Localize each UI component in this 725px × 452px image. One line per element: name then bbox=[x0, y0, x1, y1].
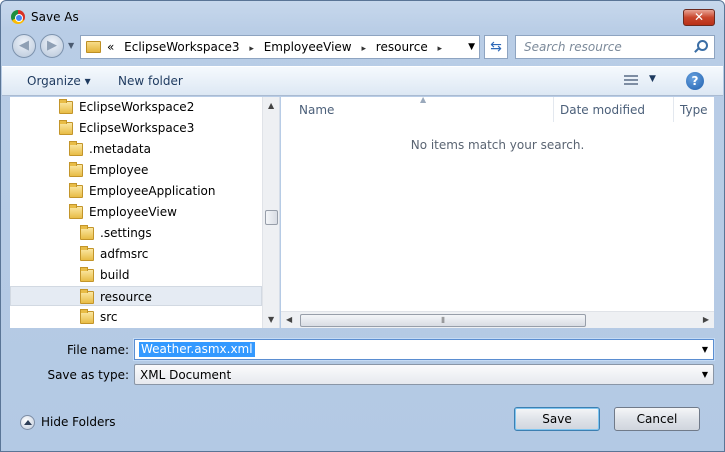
chrome-icon bbox=[11, 10, 25, 24]
tree-item[interactable]: EmployeeApplication bbox=[10, 181, 262, 201]
column-header-type[interactable]: Type bbox=[674, 97, 714, 122]
column-header-date-modified[interactable]: Date modified bbox=[554, 97, 674, 122]
tree-item-label: EclipseWorkspace3 bbox=[79, 121, 195, 135]
title-bar: Save As ✕ bbox=[1, 1, 724, 31]
chevron-up-icon bbox=[20, 415, 35, 430]
file-list: ▲ Name Date modified Type No items match… bbox=[281, 95, 714, 328]
tree-item-label: Employee bbox=[89, 163, 149, 177]
column-header-label: Type bbox=[680, 103, 708, 117]
tree-item-label: EmployeeView bbox=[89, 205, 177, 219]
scroll-left-icon[interactable]: ◀ bbox=[286, 315, 292, 324]
folder-icon bbox=[80, 267, 94, 282]
breadcrumb-item[interactable]: EmployeeView bbox=[264, 40, 352, 54]
tree-item-label: adfmsrc bbox=[100, 247, 149, 261]
folder-icon bbox=[69, 162, 83, 177]
organize-button[interactable]: Organize ▾ bbox=[27, 74, 91, 88]
scroll-down-icon[interactable]: ▼ bbox=[268, 315, 274, 324]
chevron-down-icon[interactable]: ▼ bbox=[649, 74, 656, 84]
scroll-up-icon[interactable]: ▲ bbox=[268, 101, 274, 110]
tree-item[interactable]: EclipseWorkspace2 bbox=[10, 97, 262, 117]
tree-item[interactable]: build bbox=[10, 265, 262, 285]
search-input[interactable]: Search resource bbox=[515, 35, 715, 59]
breadcrumb-overflow[interactable]: « bbox=[107, 40, 114, 54]
navigation-pane: EclipseWorkspace2 EclipseWorkspace3 .met… bbox=[10, 97, 280, 328]
tree-item-label: build bbox=[100, 268, 130, 282]
new-folder-button[interactable]: New folder bbox=[118, 74, 183, 88]
chevron-down-icon[interactable]: ▼ bbox=[468, 42, 475, 52]
tree-item-label: .metadata bbox=[89, 142, 151, 156]
command-toolbar: Organize ▾ New folder ▼ ? bbox=[2, 66, 723, 96]
chevron-down-icon[interactable]: ▼ bbox=[702, 345, 708, 354]
close-button[interactable]: ✕ bbox=[683, 9, 715, 26]
column-header-name[interactable]: Name bbox=[281, 97, 554, 122]
view-details-icon[interactable] bbox=[624, 75, 638, 87]
forward-button[interactable]: ▶ bbox=[40, 34, 64, 58]
tree-item[interactable]: .settings bbox=[10, 223, 262, 243]
save-button[interactable]: Save bbox=[514, 407, 600, 431]
breadcrumb-item[interactable]: resource bbox=[376, 40, 428, 54]
folder-icon bbox=[86, 41, 101, 53]
breadcrumb-item[interactable]: EclipseWorkspace3 bbox=[124, 40, 239, 54]
cancel-button[interactable]: Cancel bbox=[614, 407, 700, 431]
empty-message: No items match your search. bbox=[410, 138, 585, 152]
refresh-button[interactable]: ⇆ bbox=[484, 35, 508, 59]
hide-folders-label: Hide Folders bbox=[41, 415, 116, 429]
filename-value[interactable]: Weather.asmx.xml bbox=[139, 342, 255, 357]
folder-icon bbox=[80, 289, 94, 304]
tree-item[interactable]: .metadata bbox=[10, 139, 262, 159]
tree-item-label: EmployeeApplication bbox=[89, 184, 216, 198]
tree-item-label: .settings bbox=[100, 226, 152, 240]
savetype-select[interactable]: XML Document ▼ bbox=[134, 364, 714, 385]
back-button[interactable]: ◀ bbox=[12, 34, 36, 58]
scrollbar-thumb[interactable] bbox=[265, 210, 278, 225]
scroll-right-icon[interactable]: ▶ bbox=[703, 315, 709, 324]
window-title: Save As bbox=[31, 10, 79, 24]
scrollbar-thumb[interactable]: ⦀ bbox=[300, 314, 586, 327]
chevron-down-icon[interactable]: ▼ bbox=[702, 370, 708, 379]
folder-icon bbox=[69, 204, 83, 219]
tree-item[interactable]: adfmsrc bbox=[10, 244, 262, 264]
tree-item-label: resource bbox=[100, 290, 152, 304]
search-placeholder: Search resource bbox=[524, 40, 622, 54]
folder-icon bbox=[59, 99, 73, 114]
breadcrumb-separator-icon[interactable]: ▸ bbox=[438, 44, 443, 54]
tree-item[interactable]: EclipseWorkspace3 bbox=[10, 118, 262, 138]
savetype-label: Save as type: bbox=[47, 368, 129, 382]
tree-scrollbar[interactable]: ▲ ▼ bbox=[262, 97, 279, 328]
tree-item[interactable]: EmployeeView bbox=[10, 202, 262, 222]
folder-icon bbox=[69, 141, 83, 156]
tree-item[interactable]: src bbox=[10, 307, 262, 327]
filename-field[interactable]: Weather.asmx.xml ▼ bbox=[134, 339, 714, 360]
tree-item-label: src bbox=[100, 310, 118, 324]
address-row: ◀ ▶ ▼ « EclipseWorkspace3 ▸ EmployeeView… bbox=[10, 33, 715, 61]
folder-icon bbox=[80, 225, 94, 240]
address-bar[interactable]: « EclipseWorkspace3 ▸ EmployeeView ▸ res… bbox=[80, 35, 480, 59]
column-header-label: Date modified bbox=[560, 103, 646, 117]
column-header-label: Name bbox=[299, 103, 335, 117]
save-as-dialog: Save As ✕ ◀ ▶ ▼ « EclipseWorkspace3 ▸ Em… bbox=[0, 0, 725, 452]
filename-label: File name: bbox=[67, 343, 129, 357]
tree-item-label: EclipseWorkspace2 bbox=[79, 100, 195, 114]
file-list-scrollbar[interactable]: ◀ ⦀ ▶ bbox=[281, 311, 714, 328]
help-icon[interactable]: ? bbox=[686, 72, 704, 90]
folder-icon bbox=[69, 183, 83, 198]
breadcrumb: « EclipseWorkspace3 ▸ EmployeeView ▸ res… bbox=[107, 40, 448, 54]
tree-item[interactable]: Employee bbox=[10, 160, 262, 180]
tree-item-selected[interactable]: resource bbox=[10, 286, 262, 306]
recent-locations-dropdown[interactable]: ▼ bbox=[68, 41, 74, 50]
folder-icon bbox=[59, 120, 73, 135]
breadcrumb-separator-icon[interactable]: ▸ bbox=[361, 44, 366, 54]
breadcrumb-separator-icon[interactable]: ▸ bbox=[249, 44, 254, 54]
savetype-value: XML Document bbox=[140, 368, 232, 382]
folder-icon bbox=[80, 309, 94, 324]
search-icon[interactable] bbox=[697, 40, 708, 51]
folder-icon bbox=[80, 246, 94, 261]
